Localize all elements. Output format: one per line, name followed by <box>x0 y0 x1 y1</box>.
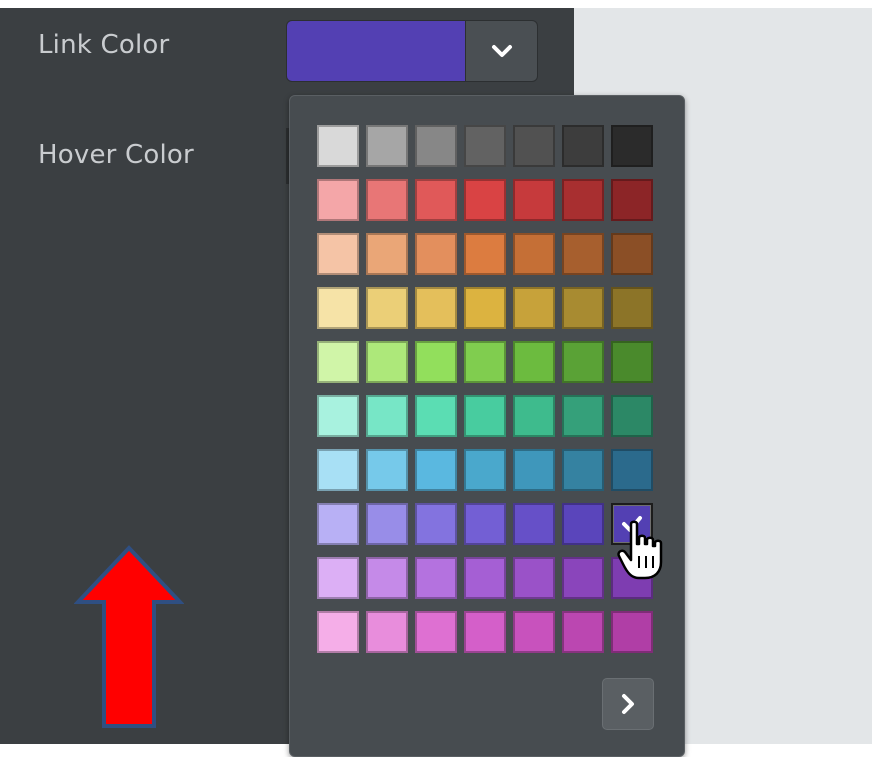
hand-pointer-icon <box>617 520 663 580</box>
color-swatch[interactable] <box>562 395 604 437</box>
color-swatch[interactable] <box>513 179 555 221</box>
color-swatch[interactable] <box>562 287 604 329</box>
color-swatch[interactable] <box>513 341 555 383</box>
color-swatch[interactable] <box>464 341 506 383</box>
color-swatch[interactable] <box>415 287 457 329</box>
link-color-preview[interactable] <box>287 21 465 81</box>
color-swatch[interactable] <box>317 287 359 329</box>
color-swatch[interactable] <box>464 179 506 221</box>
link-color-picker[interactable] <box>286 20 538 82</box>
color-swatch[interactable] <box>513 557 555 599</box>
color-swatch[interactable] <box>366 125 408 167</box>
color-swatch[interactable] <box>562 179 604 221</box>
color-swatch[interactable] <box>366 395 408 437</box>
up-arrow-annotation <box>74 545 184 728</box>
color-swatch[interactable] <box>611 449 653 491</box>
color-swatch[interactable] <box>562 503 604 545</box>
color-swatch[interactable] <box>513 611 555 653</box>
color-swatch[interactable] <box>464 287 506 329</box>
color-swatch[interactable] <box>317 125 359 167</box>
color-dropdown-button[interactable] <box>466 21 537 81</box>
color-swatch[interactable] <box>366 449 408 491</box>
color-swatch[interactable] <box>317 395 359 437</box>
color-swatch[interactable] <box>513 449 555 491</box>
color-swatch[interactable] <box>611 125 653 167</box>
color-swatch[interactable] <box>464 557 506 599</box>
hover-color-label: Hover Color <box>38 140 194 170</box>
color-swatch[interactable] <box>611 233 653 275</box>
next-palette-button[interactable] <box>602 678 654 730</box>
color-swatch[interactable] <box>611 287 653 329</box>
color-swatch[interactable] <box>366 503 408 545</box>
color-swatch[interactable] <box>562 341 604 383</box>
color-swatch[interactable] <box>415 557 457 599</box>
color-swatch[interactable] <box>464 395 506 437</box>
color-swatch[interactable] <box>611 395 653 437</box>
color-swatch[interactable] <box>317 611 359 653</box>
color-swatch[interactable] <box>464 233 506 275</box>
color-swatch[interactable] <box>562 449 604 491</box>
color-swatch[interactable] <box>513 287 555 329</box>
color-palette-popup <box>289 95 685 757</box>
chevron-down-icon <box>491 45 512 57</box>
color-swatch[interactable] <box>513 503 555 545</box>
color-swatch[interactable] <box>366 233 408 275</box>
color-swatch[interactable] <box>611 179 653 221</box>
color-swatch-grid <box>317 125 653 653</box>
color-swatch[interactable] <box>366 287 408 329</box>
color-swatch[interactable] <box>415 125 457 167</box>
color-swatch[interactable] <box>366 611 408 653</box>
color-swatch[interactable] <box>513 125 555 167</box>
color-swatch[interactable] <box>317 341 359 383</box>
color-swatch[interactable] <box>366 557 408 599</box>
color-swatch[interactable] <box>611 341 653 383</box>
color-swatch[interactable] <box>464 449 506 491</box>
color-swatch[interactable] <box>513 395 555 437</box>
color-swatch[interactable] <box>415 395 457 437</box>
color-swatch[interactable] <box>366 341 408 383</box>
color-swatch[interactable] <box>317 503 359 545</box>
color-swatch[interactable] <box>415 179 457 221</box>
color-swatch[interactable] <box>611 611 653 653</box>
color-swatch[interactable] <box>464 125 506 167</box>
color-swatch[interactable] <box>562 611 604 653</box>
color-swatch[interactable] <box>415 611 457 653</box>
color-swatch[interactable] <box>562 125 604 167</box>
link-color-label: Link Color <box>38 30 170 60</box>
chevron-right-icon <box>622 694 634 714</box>
color-swatch[interactable] <box>415 233 457 275</box>
color-swatch[interactable] <box>415 503 457 545</box>
color-swatch[interactable] <box>513 233 555 275</box>
color-swatch[interactable] <box>415 341 457 383</box>
color-swatch[interactable] <box>415 449 457 491</box>
color-swatch[interactable] <box>317 179 359 221</box>
color-swatch[interactable] <box>464 611 506 653</box>
color-swatch[interactable] <box>317 557 359 599</box>
color-swatch[interactable] <box>317 233 359 275</box>
color-swatch[interactable] <box>562 557 604 599</box>
color-swatch[interactable] <box>366 179 408 221</box>
color-swatch[interactable] <box>562 233 604 275</box>
color-swatch[interactable] <box>317 449 359 491</box>
color-swatch[interactable] <box>464 503 506 545</box>
